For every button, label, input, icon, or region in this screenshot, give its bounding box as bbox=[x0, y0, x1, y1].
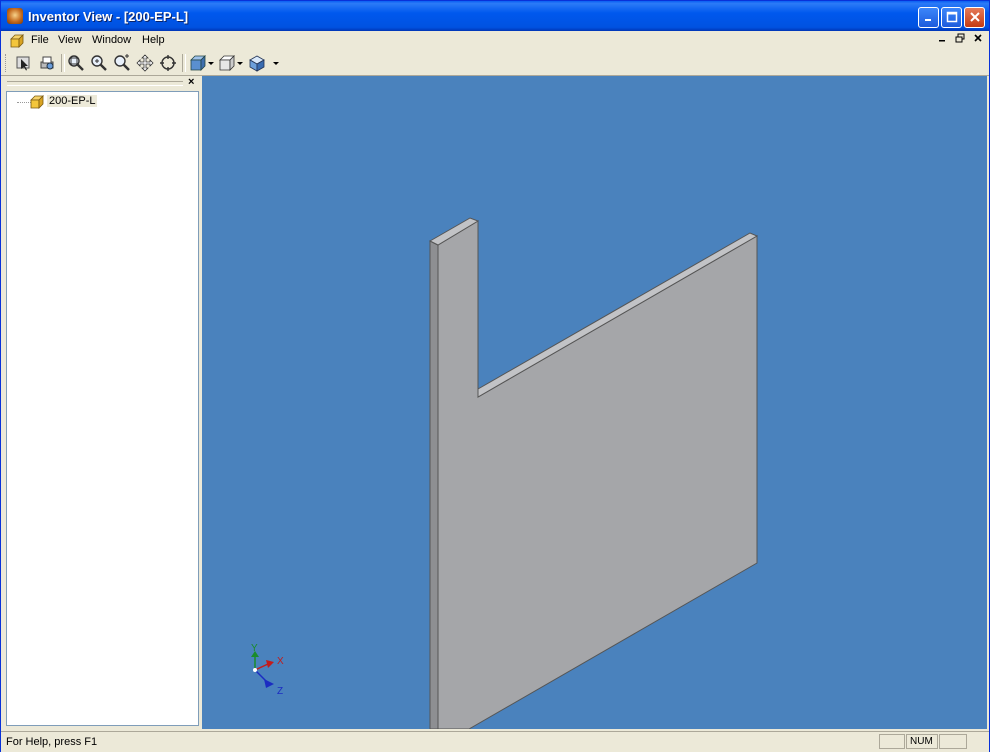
view-cube-dropdown-icon[interactable] bbox=[208, 62, 214, 65]
axis-z-label: Z bbox=[277, 686, 283, 697]
toolbar-separator bbox=[61, 54, 65, 72]
close-icon bbox=[969, 12, 980, 22]
part-icon bbox=[30, 95, 44, 109]
zoom-all-icon[interactable] bbox=[67, 54, 85, 72]
display-mode-dropdown-icon[interactable] bbox=[237, 62, 243, 65]
app-window: Inventor View - [200-EP-L] File View Win… bbox=[0, 0, 990, 752]
minimize-button[interactable] bbox=[918, 7, 939, 28]
document-part-icon[interactable] bbox=[9, 33, 25, 49]
zoom-icon[interactable] bbox=[90, 54, 108, 72]
mdi-close-icon bbox=[974, 34, 982, 42]
minimize-icon bbox=[924, 19, 931, 21]
mdi-restore-button[interactable] bbox=[952, 33, 968, 47]
part-side-face bbox=[429, 240, 439, 729]
mdi-minimize-icon bbox=[939, 40, 945, 42]
menu-window[interactable]: Window bbox=[92, 34, 131, 46]
status-cell-scroll bbox=[939, 734, 967, 749]
model-browser: 200-EP-L bbox=[6, 91, 199, 726]
graphics-viewport[interactable]: Y X Z bbox=[202, 76, 987, 729]
orbit-icon[interactable] bbox=[159, 54, 177, 72]
view-cube-icon[interactable] bbox=[189, 54, 207, 72]
toolbar-separator bbox=[182, 54, 186, 72]
status-bar: For Help, press F1 NUM bbox=[1, 731, 989, 752]
toolbar-grip[interactable] bbox=[5, 54, 9, 72]
main-toolbar bbox=[1, 51, 989, 76]
window-title: Inventor View - [200-EP-L] bbox=[28, 9, 189, 24]
display-mode-icon[interactable] bbox=[218, 54, 236, 72]
status-cell-num: NUM bbox=[906, 734, 938, 749]
axis-triad: Y X Z bbox=[251, 643, 284, 697]
pan-icon[interactable] bbox=[136, 54, 154, 72]
title-bar[interactable]: Inventor View - [200-EP-L] bbox=[1, 1, 989, 31]
menu-bar: File View Window Help bbox=[1, 31, 989, 51]
pane-grip[interactable] bbox=[7, 81, 183, 86]
axis-x-label: X bbox=[277, 656, 284, 667]
zoom-window-icon[interactable] bbox=[113, 54, 131, 72]
mdi-restore-icon bbox=[955, 33, 965, 43]
menu-file[interactable]: File bbox=[31, 34, 49, 46]
close-button[interactable] bbox=[964, 7, 985, 28]
maximize-button[interactable] bbox=[941, 7, 962, 28]
shading-icon[interactable] bbox=[248, 54, 266, 72]
browser-pane-header: × bbox=[5, 76, 199, 90]
status-cell-caps bbox=[879, 734, 905, 749]
maximize-icon bbox=[946, 11, 957, 23]
select-icon[interactable] bbox=[15, 54, 33, 72]
pane-close-icon[interactable]: × bbox=[188, 76, 194, 88]
tree-item-root[interactable]: 200-EP-L bbox=[47, 95, 98, 107]
mdi-close-button[interactable] bbox=[970, 33, 986, 47]
print-icon[interactable] bbox=[38, 54, 56, 72]
axis-y-label: Y bbox=[251, 643, 258, 654]
status-help-text: For Help, press F1 bbox=[6, 736, 98, 748]
menu-help[interactable]: Help bbox=[142, 34, 165, 46]
menu-view[interactable]: View bbox=[58, 34, 82, 46]
part-front-face bbox=[437, 220, 758, 729]
mdi-minimize-button[interactable] bbox=[934, 33, 950, 47]
shading-dropdown-icon[interactable] bbox=[273, 62, 279, 65]
part-model: Y X Z bbox=[251, 217, 759, 729]
inventor-app-icon[interactable] bbox=[7, 8, 23, 24]
